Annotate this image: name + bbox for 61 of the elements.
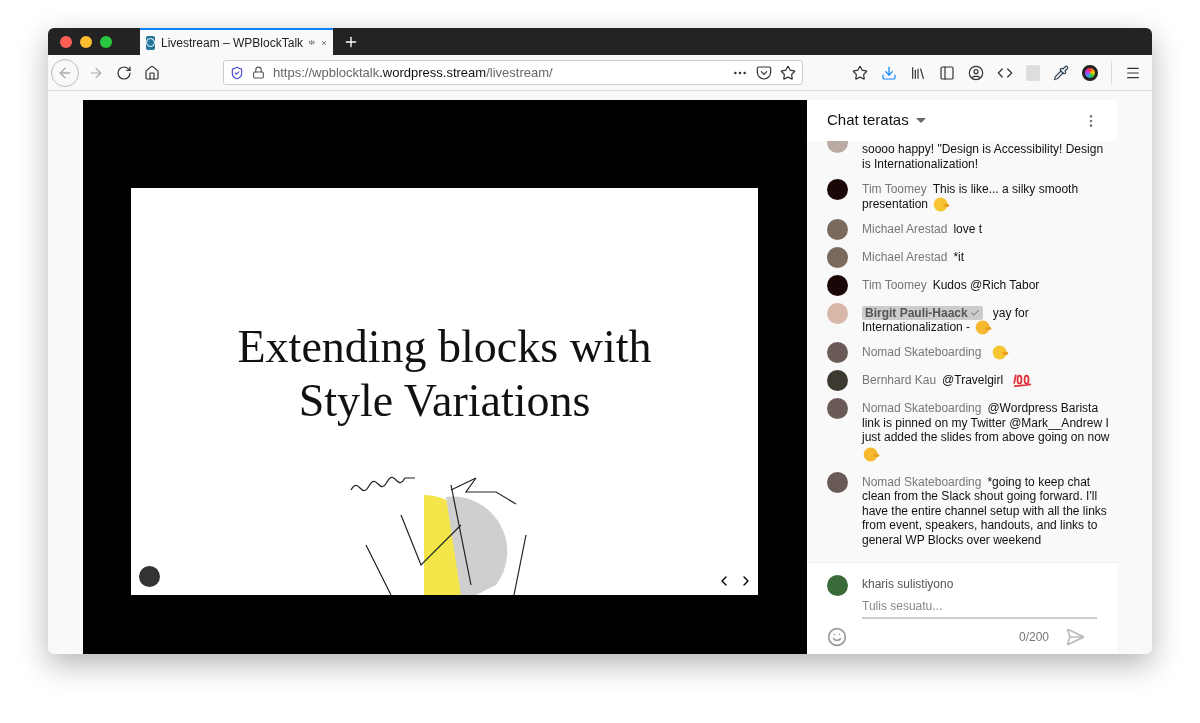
presenter-avatar — [139, 566, 160, 587]
color-wheel-icon[interactable] — [1082, 64, 1098, 81]
reload-icon[interactable] — [116, 64, 132, 81]
zoom-window-button[interactable] — [100, 35, 112, 48]
video-player[interactable]: Extending blocks with Style Variations — [83, 100, 807, 654]
message-text: have the entire channel setup with all the links — [862, 503, 1107, 518]
message-text: @Wordpress Barista — [987, 401, 1099, 416]
user-name: kharis sulistiyono — [862, 576, 955, 593]
eyedropper-icon[interactable] — [1053, 64, 1069, 81]
message-text: is Internationalization! — [862, 157, 979, 172]
message-text: *it — [953, 249, 965, 264]
message-text: clean from the Slack shout going forward. I'll — [862, 489, 1098, 504]
message-text: soooo happy! "Design is Accessibility! Design — [862, 142, 1104, 157]
message-text: love t — [953, 221, 983, 236]
message-text: This is like... a silky smooth — [932, 182, 1079, 197]
author-name: Nomad Skateboarding — [862, 401, 982, 416]
url-text: https://wpblocktalk.wordpress.stream/livestream/ — [273, 63, 554, 82]
download-icon[interactable] — [881, 64, 897, 81]
minimize-window-button[interactable] — [80, 35, 92, 48]
message-text: general WP Blocks over weekend — [862, 532, 1042, 547]
tab-title: Livestream – WPBlockTalk — [161, 34, 304, 52]
emoji-icon[interactable] — [827, 627, 847, 647]
character-counter: 0/200 — [1018, 629, 1049, 646]
library-icon[interactable] — [910, 64, 926, 81]
slide-title: Style Variations — [298, 374, 591, 428]
author-name: Nomad Skateboarding — [862, 474, 982, 489]
author-name: Nomad Skateboarding — [862, 345, 982, 360]
author-name: Tim Toomey — [862, 182, 927, 197]
hundred-points-icon — [1013, 372, 1034, 389]
message-input[interactable]: Tulis sesuatu... — [862, 597, 1097, 619]
lock-icon[interactable] — [252, 66, 265, 79]
message-text: Internationalization - — [862, 320, 971, 335]
wordpress-logo-icon — [146, 35, 155, 50]
message-text: link is pinned on my Twitter @Mark__Andrew I — [862, 415, 1109, 430]
home-icon[interactable] — [144, 64, 160, 81]
slide-title: Extending blocks with — [237, 320, 652, 374]
shield-icon[interactable] — [230, 65, 244, 80]
pocket-icon[interactable] — [756, 64, 772, 81]
message-text: just added the slides from above going on now — [862, 430, 1110, 445]
check-icon — [969, 307, 980, 318]
browser-tab[interactable]: Livestream – WPBlockTalk — [140, 28, 333, 55]
chat-title: Chat teratas — [827, 110, 909, 131]
sidebar-icon[interactable] — [939, 64, 955, 81]
author-name: Michael Arestad — [862, 249, 948, 264]
message-text: presentation — [862, 196, 929, 212]
star-tray-icon[interactable] — [852, 64, 868, 81]
author-name: Bernhard Kau — [862, 373, 937, 388]
message-text: *going to keep chat — [987, 474, 1091, 489]
message-text: @Travelgirl — [942, 373, 1004, 388]
author-badge: Birgit Pauli-Haack — [862, 305, 983, 320]
message-text: from event, speakers, handouts, and links to — [862, 518, 1098, 533]
message-text: yay for — [992, 305, 1029, 320]
close-window-button[interactable] — [60, 35, 72, 48]
dropdown-caret-icon[interactable] — [915, 118, 926, 123]
address-field[interactable]: https://wpblocktalk.wordpress.stream/livestream/ — [223, 60, 803, 85]
bookmark-star-icon[interactable] — [780, 64, 796, 81]
user-avatar — [827, 575, 848, 596]
author-name: Tim Toomey — [862, 277, 927, 292]
account-icon[interactable] — [968, 64, 984, 81]
message-text: Kudos @Rich Tabor — [932, 277, 1040, 292]
author-name: Michael Arestad — [862, 221, 948, 236]
